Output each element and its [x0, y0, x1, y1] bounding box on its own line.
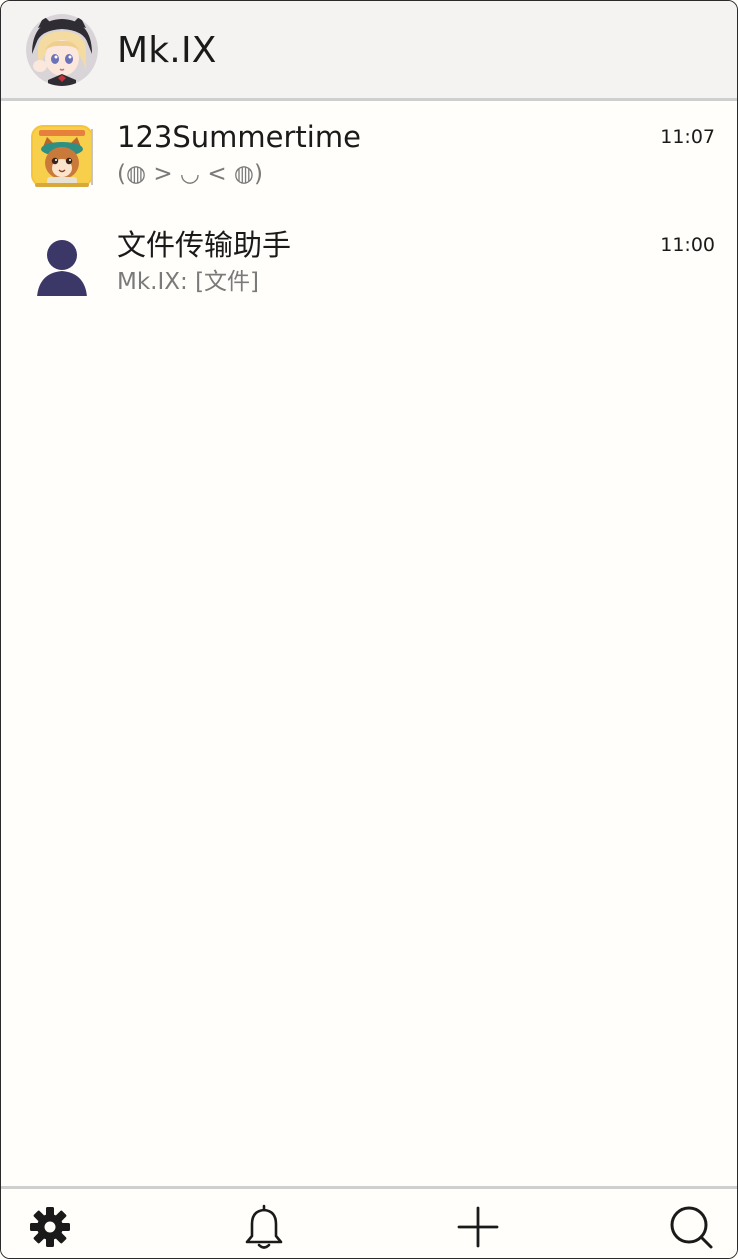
user-avatar[interactable] — [26, 14, 98, 86]
header-bar: Mk.IX — [1, 1, 737, 101]
chat-time: 11:07 — [660, 126, 715, 148]
add-button[interactable] — [454, 1203, 502, 1251]
chat-preview: (◍ > ◡ < ◍) — [117, 161, 263, 187]
plus-icon — [457, 1206, 499, 1248]
search-icon — [670, 1206, 713, 1249]
gear-icon — [30, 1207, 70, 1247]
settings-button[interactable] — [26, 1203, 74, 1251]
chat-avatar — [31, 125, 93, 189]
chat-list: 123Summertime (◍ > ◡ < ◍) 11:07 文件传输助手 M… — [1, 101, 737, 317]
search-button[interactable] — [667, 1203, 715, 1251]
chat-item-123summertime[interactable]: 123Summertime (◍ > ◡ < ◍) 11:07 — [1, 101, 737, 209]
chat-preview: Mk.IX: [文件] — [117, 269, 260, 295]
chat-item-file-transfer[interactable]: 文件传输助手 Mk.IX: [文件] 11:00 — [1, 209, 737, 317]
bell-icon — [245, 1204, 283, 1249]
chat-name: 123Summertime — [117, 120, 361, 154]
bottom-toolbar — [1, 1186, 737, 1258]
chat-avatar — [31, 233, 93, 298]
game-avatar-image — [31, 125, 93, 187]
default-person-icon — [35, 240, 89, 298]
notifications-button[interactable] — [240, 1203, 288, 1251]
app-window: Mk.IX 123Summertime (◍ > ◡ < ◍) 11:07 文件… — [0, 0, 738, 1259]
chat-time: 11:00 — [660, 234, 715, 256]
chat-name: 文件传输助手 — [117, 228, 292, 262]
anime-avatar-image — [26, 14, 98, 86]
page-title: Mk.IX — [117, 30, 217, 71]
